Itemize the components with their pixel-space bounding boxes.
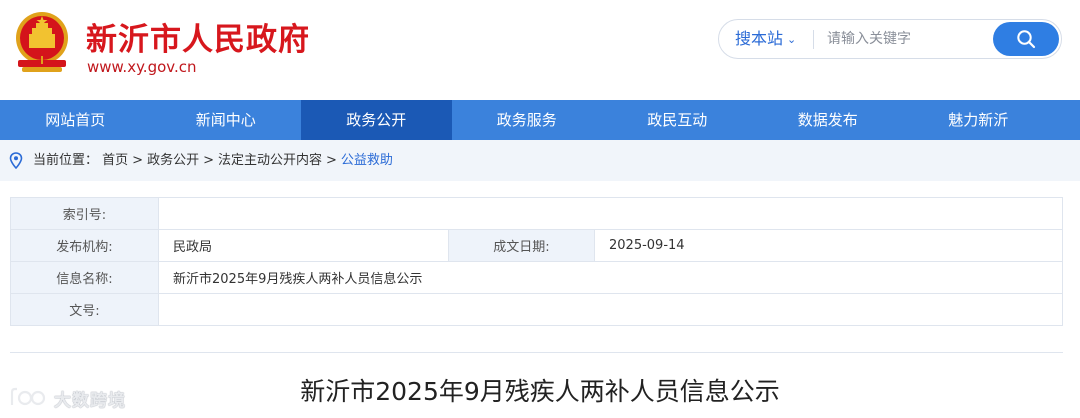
- site-title[interactable]: 新沂市人民政府: [86, 14, 310, 59]
- index-number-label: 索引号:: [10, 197, 159, 230]
- table-row: 文号:: [10, 293, 1063, 326]
- watermark: 大数跨境: [8, 384, 126, 412]
- breadcrumb: 当前位置： 首页 > 政务公开 > 法定主动公开内容 > 公益救助: [0, 140, 1080, 181]
- national-emblem-icon[interactable]: [12, 10, 72, 76]
- breadcrumb-link-statutory-disclosure[interactable]: 法定主动公开内容: [218, 153, 322, 168]
- nav-item-data-release[interactable]: 数据发布: [753, 100, 904, 140]
- info-name-value: 新沂市2025年9月残疾人两补人员信息公示: [158, 261, 1063, 294]
- breadcrumb-link-home[interactable]: 首页: [102, 153, 128, 168]
- index-number-value: [158, 197, 1063, 230]
- date-label: 成文日期:: [448, 229, 595, 262]
- content-divider: [10, 352, 1063, 353]
- location-pin-icon: [9, 152, 23, 169]
- main-nav: 网站首页 新闻中心 政务公开 政务服务 政民互动 数据发布 魅力新沂: [0, 100, 1080, 140]
- search-icon: [1017, 30, 1036, 49]
- date-value: 2025-09-14: [594, 229, 1063, 262]
- nav-item-interaction[interactable]: 政民互动: [602, 100, 753, 140]
- watermark-logo-icon: [10, 387, 46, 406]
- document-info-table: 索引号: 发布机构: 民政局 成文日期: 2025-09-14 信息名称: 新沂…: [10, 197, 1063, 326]
- search-box: 搜本站 ⌄: [718, 19, 1062, 59]
- chevron-down-icon: ⌄: [787, 32, 797, 46]
- search-divider: [813, 30, 814, 49]
- info-name-label: 信息名称:: [10, 261, 159, 294]
- doc-number-value: [158, 293, 1063, 326]
- site-header: 新沂市人民政府 www.xy.gov.cn 搜本站 ⌄: [0, 0, 1080, 100]
- breadcrumb-link-public-welfare-aid[interactable]: 公益救助: [341, 153, 393, 168]
- search-button[interactable]: [993, 22, 1059, 56]
- breadcrumb-separator: >: [203, 153, 214, 168]
- watermark-text: 大数跨境: [54, 390, 126, 411]
- nav-item-home[interactable]: 网站首页: [0, 100, 151, 140]
- table-row: 索引号:: [10, 197, 1063, 230]
- breadcrumb-trail: 当前位置： 首页 > 政务公开 > 法定主动公开内容 > 公益救助: [33, 140, 393, 181]
- table-row: 发布机构: 民政局 成文日期: 2025-09-14: [10, 229, 1063, 262]
- nav-item-news[interactable]: 新闻中心: [151, 100, 302, 140]
- breadcrumb-prefix: 当前位置：: [33, 153, 99, 168]
- site-url: www.xy.gov.cn: [87, 58, 197, 76]
- nav-item-gov-affairs-open[interactable]: 政务公开: [301, 100, 452, 140]
- publisher-label: 发布机构:: [10, 229, 159, 262]
- nav-item-charm-xinyi[interactable]: 魅力新沂: [903, 100, 1054, 140]
- search-scope-label: 搜本站: [735, 29, 784, 48]
- breadcrumb-separator: >: [132, 153, 144, 168]
- document-title: 新沂市2025年9月残疾人两补人员信息公示: [300, 377, 780, 406]
- search-scope-dropdown[interactable]: 搜本站 ⌄: [735, 20, 796, 58]
- nav-item-gov-services[interactable]: 政务服务: [452, 100, 603, 140]
- breadcrumb-separator: >: [326, 153, 337, 168]
- search-input[interactable]: [827, 27, 987, 51]
- breadcrumb-link-gov-affairs-open[interactable]: 政务公开: [147, 153, 199, 168]
- publisher-value: 民政局: [158, 229, 449, 262]
- table-row: 信息名称: 新沂市2025年9月残疾人两补人员信息公示: [10, 261, 1063, 294]
- doc-number-label: 文号:: [10, 293, 159, 326]
